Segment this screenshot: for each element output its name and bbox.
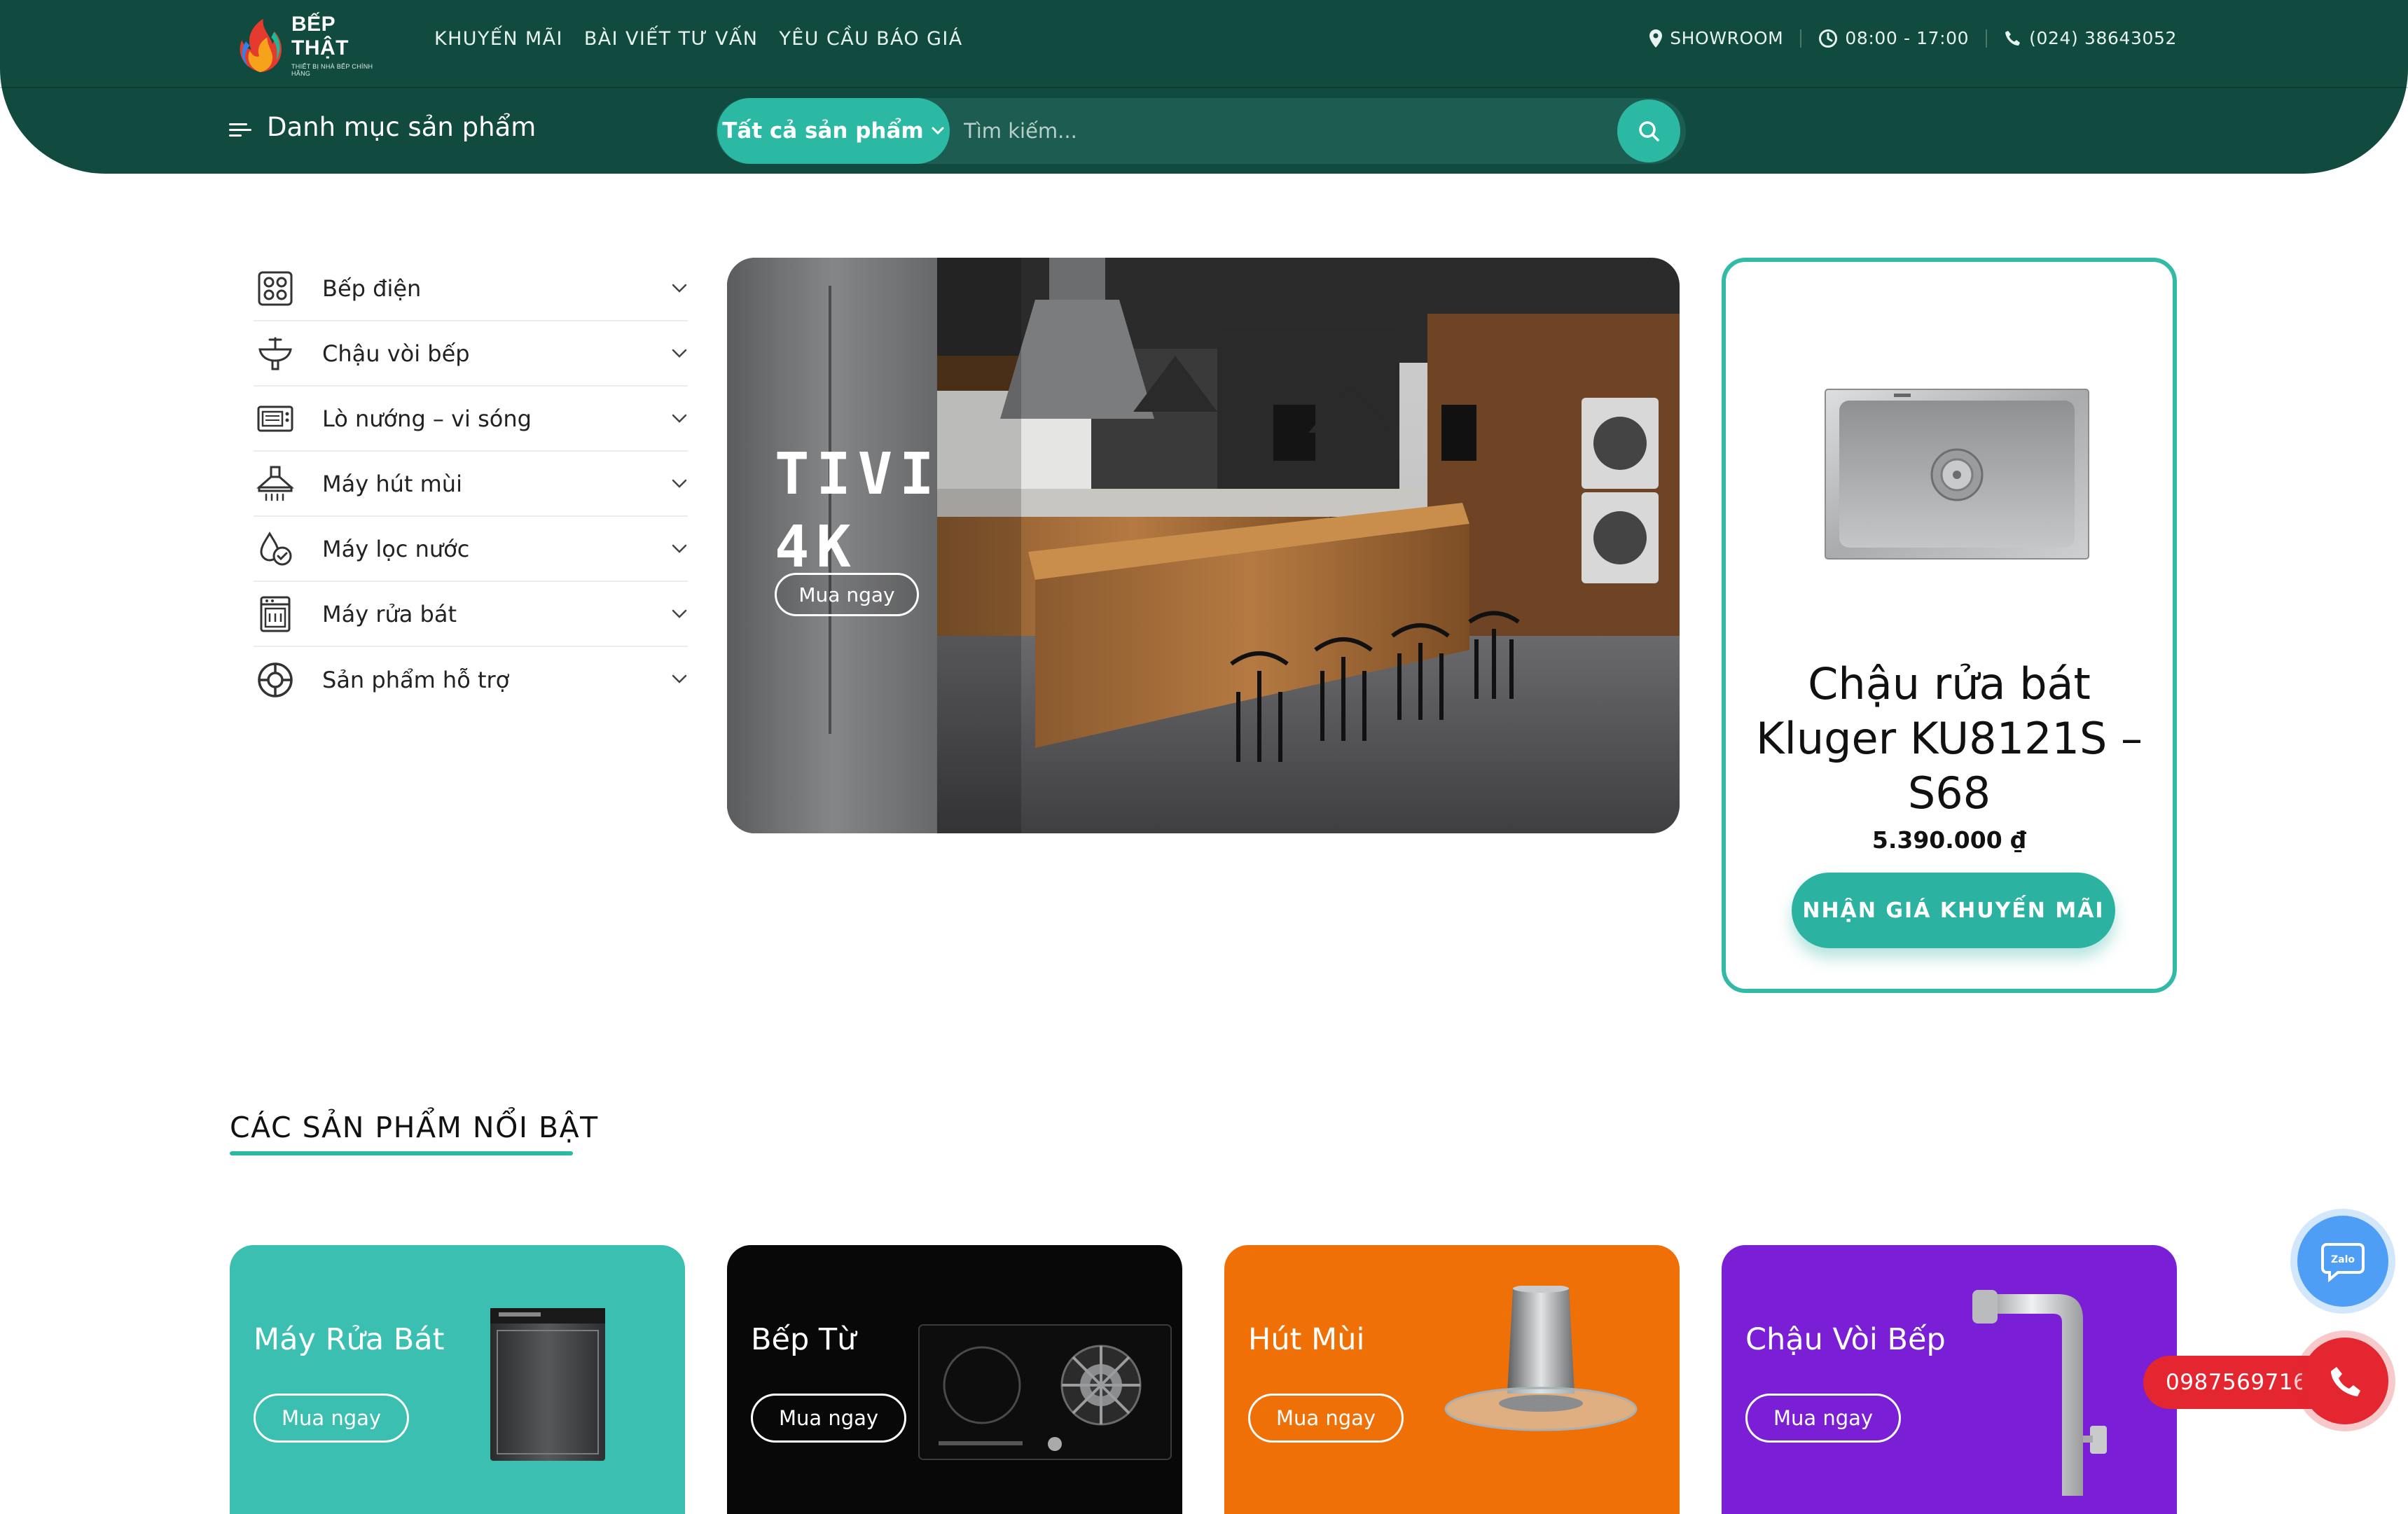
logo-name: BẾP THẬT	[291, 13, 349, 60]
sidebar-item-water-purifier[interactable]: Máy lọc nước	[254, 517, 688, 582]
sidebar-item-label: Máy rửa bát	[322, 600, 457, 627]
water-purifier-icon	[254, 527, 297, 571]
category-sidebar: Bếp điện Chậu vòi bếp Lò nướng – vi sóng…	[254, 256, 688, 712]
faucet-product-image	[1972, 1290, 2107, 1496]
featured-card-induction-cooktop[interactable]: Bếp Từ Mua ngay	[727, 1245, 1182, 1514]
showroom-link[interactable]: SHOWROOM	[1649, 28, 1783, 48]
call-button[interactable]	[2302, 1338, 2388, 1424]
nav-link-advice-articles[interactable]: BÀI VIẾT TƯ VẤN	[584, 28, 758, 50]
featured-card-sink-faucet[interactable]: Chậu Vòi Bếp Mua ngay	[1722, 1245, 2177, 1514]
sidebar-item-label: Máy hút mùi	[322, 470, 462, 497]
cooktop-icon	[254, 267, 297, 310]
info-separator	[1986, 29, 1988, 48]
chevron-down-icon[interactable]	[671, 609, 688, 620]
featured-title-underline	[230, 1151, 573, 1155]
hotline-number: (024) 38643052	[2029, 28, 2177, 48]
info-separator	[1800, 29, 1802, 48]
featured-card-dishwasher[interactable]: Máy Rửa Bát Mua ngay	[230, 1245, 685, 1514]
sidebar-item-label: Sản phẩm hỗ trợ	[322, 666, 510, 693]
promo-product-price: 5.390.000 ₫	[1871, 826, 2027, 854]
search-input[interactable]	[964, 112, 1573, 150]
range-hood-icon	[254, 462, 297, 506]
chevron-down-icon[interactable]	[671, 283, 688, 294]
search-button[interactable]	[1617, 99, 1680, 162]
dishwasher-icon	[254, 592, 297, 636]
featured-buy-now-button[interactable]: Mua ngay	[751, 1394, 906, 1443]
sidebar-item-label: Bếp điện	[322, 275, 422, 302]
logo-tagline: THIẾT BỊ NHÀ BẾP CHÍNH HÃNG	[291, 63, 373, 77]
nav-link-request-quote[interactable]: YÊU CẦU BÁO GIÁ	[779, 28, 962, 50]
clock-icon	[1819, 29, 1838, 48]
menu-icon	[229, 123, 251, 137]
phone-icon	[2005, 30, 2021, 46]
zalo-icon: Zalo	[2321, 1243, 2365, 1282]
promo-product-card[interactable]: Chậu rửa bát Kluger KU8121S – S68 5.390.…	[1722, 258, 2177, 993]
sidebar-item-range-hood[interactable]: Máy hút mùi	[254, 452, 688, 517]
sink-faucet-icon	[254, 332, 297, 375]
chevron-down-icon[interactable]	[671, 674, 688, 685]
featured-card-name: Chậu Vòi Bếp	[1745, 1322, 1946, 1357]
chevron-down-icon[interactable]	[671, 543, 688, 555]
sidebar-item-sink-faucet[interactable]: Chậu vòi bếp	[254, 321, 688, 387]
header-contact-info: SHOWROOM 08:00 - 17:00 (024) 38643052	[1649, 28, 2177, 48]
top-navigation: KHUYẾN MÃI BÀI VIẾT TƯ VẤN YÊU CẦU BÁO G…	[434, 28, 963, 50]
hero-title: TIVI 4K	[775, 441, 941, 581]
featured-card-name: Bếp Từ	[751, 1322, 857, 1357]
zalo-chat-button[interactable]: Zalo	[2297, 1216, 2388, 1307]
showroom-label: SHOWROOM	[1670, 28, 1784, 48]
hours-text: 08:00 - 17:00	[1845, 28, 1970, 48]
featured-card-name: Máy Rửa Bát	[254, 1322, 445, 1357]
featured-card-range-hood[interactable]: Hút Mùi Mua ngay	[1224, 1245, 1680, 1514]
sink-product-image	[1825, 389, 2089, 560]
featured-buy-now-button[interactable]: Mua ngay	[254, 1394, 409, 1443]
sidebar-item-electric-cooktop[interactable]: Bếp điện	[254, 256, 688, 321]
chevron-down-icon	[932, 127, 944, 135]
site-logo[interactable]: BẾP THẬT THIẾT BỊ NHÀ BẾP CHÍNH HÃNG	[233, 13, 394, 77]
promo-product-title[interactable]: Chậu rửa bát Kluger KU8121S – S68	[1740, 657, 2159, 821]
search-scope-label: Tất cả sản phẩm	[722, 118, 924, 144]
featured-buy-now-button[interactable]: Mua ngay	[1745, 1394, 1901, 1443]
range-hood-product-image	[1444, 1286, 1638, 1431]
category-menu-toggle[interactable]: Danh mục sản phẩm	[228, 112, 536, 142]
featured-card-name: Hút Mùi	[1248, 1322, 1365, 1357]
flame-logo-icon	[240, 18, 282, 73]
chevron-down-icon[interactable]	[671, 348, 688, 359]
sidebar-item-dishwasher[interactable]: Máy rửa bát	[254, 582, 688, 647]
get-promo-price-button[interactable]: NHẬN GIÁ KHUYẾN MÃI	[1792, 873, 2115, 948]
hero-buy-now-button[interactable]: Mua ngay	[775, 573, 919, 616]
phone-icon	[2331, 1367, 2360, 1396]
microwave-icon	[254, 397, 297, 440]
sidebar-item-support-products[interactable]: Sản phẩm hỗ trợ	[254, 647, 688, 712]
featured-section-title: CÁC SẢN PHẨM NỔI BẬT	[230, 1111, 599, 1144]
sidebar-item-label: Máy lọc nước	[322, 535, 470, 562]
map-pin-icon	[1649, 29, 1663, 48]
cooktop-product-image	[918, 1324, 1172, 1460]
featured-buy-now-button[interactable]: Mua ngay	[1248, 1394, 1404, 1443]
support-lifebuoy-icon	[254, 658, 297, 702]
sidebar-item-label: Chậu vòi bếp	[322, 340, 470, 367]
sidebar-item-oven-microwave[interactable]: Lò nướng – vi sóng	[254, 387, 688, 452]
search-scope-select[interactable]: Tất cả sản phẩm	[717, 98, 950, 164]
category-menu-label: Danh mục sản phẩm	[267, 112, 537, 142]
zalo-label: Zalo	[2331, 1254, 2355, 1265]
hero-banner[interactable]: TIVI 4K Mua ngay	[727, 258, 1680, 833]
hotline-link[interactable]: (024) 38643052	[2004, 28, 2177, 48]
header-divider	[0, 87, 2408, 88]
sidebar-item-label: Lò nướng – vi sóng	[322, 405, 532, 432]
chevron-down-icon[interactable]	[671, 413, 688, 424]
search-bar: Tất cả sản phẩm	[716, 98, 1686, 164]
chevron-down-icon[interactable]	[671, 478, 688, 489]
search-icon	[1639, 121, 1659, 141]
dishwasher-product-image	[490, 1308, 605, 1461]
nav-link-promotions[interactable]: KHUYẾN MÃI	[434, 28, 563, 50]
opening-hours: 08:00 - 17:00	[1818, 28, 1969, 48]
